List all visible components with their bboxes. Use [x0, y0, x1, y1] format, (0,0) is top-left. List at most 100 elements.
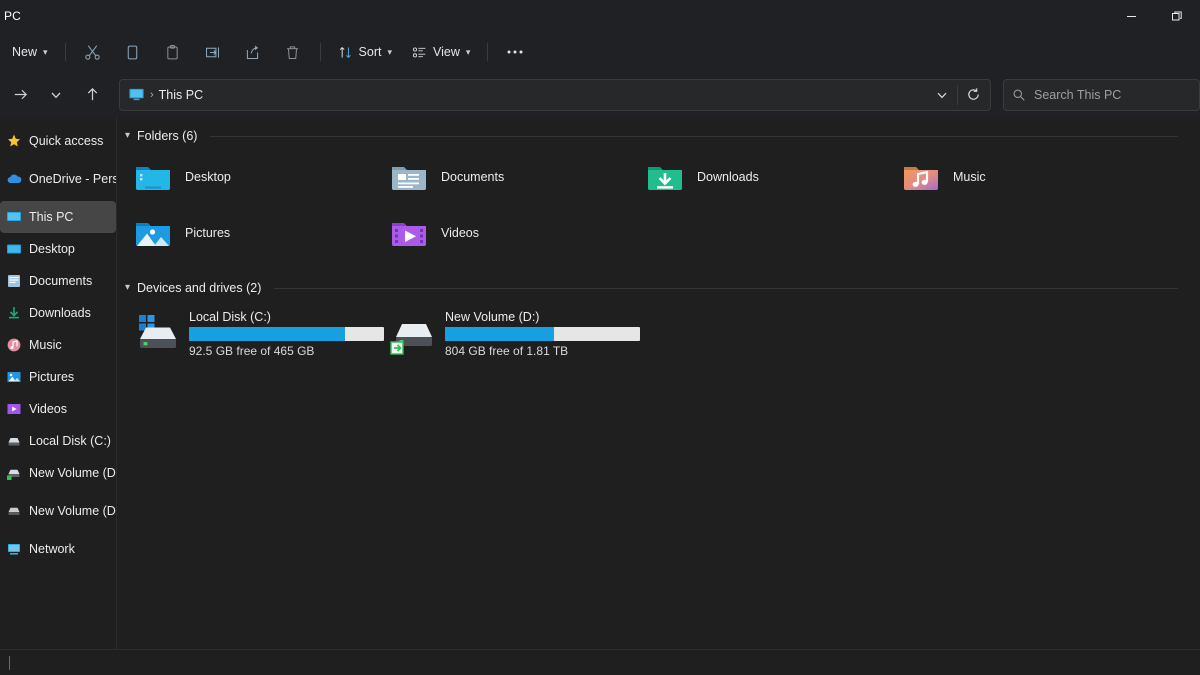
sort-button-label: Sort	[358, 45, 382, 59]
sidebar-item-pictures[interactable]: Pictures	[0, 361, 116, 393]
sidebar-item-documents[interactable]: Documents	[0, 265, 116, 297]
window-title: PC	[4, 9, 21, 23]
sidebar-item-videos[interactable]: Videos	[0, 393, 116, 425]
pictures-folder-icon	[133, 213, 173, 253]
sidebar-item-label: Downloads	[29, 306, 91, 320]
sidebar-item-label: Desktop	[29, 242, 75, 256]
drives-group-header[interactable]: ▾ Devices and drives (2)	[117, 275, 1200, 301]
view-icon	[412, 46, 426, 57]
sidebar-item-desktop[interactable]: Desktop	[0, 233, 116, 265]
chevron-down-icon: ▾	[387, 46, 393, 57]
restore-icon	[1172, 11, 1182, 21]
cut-button[interactable]	[74, 36, 112, 68]
sidebar-item-network-volume-d[interactable]: New Volume (D:)	[0, 495, 116, 527]
this-pc-monitor-icon	[129, 88, 144, 101]
new-button-label: New	[12, 45, 38, 59]
command-bar: New ▾ Sort ▾ View ▾	[0, 32, 1200, 72]
toolbar-divider-3	[487, 43, 489, 61]
drives-grid: Local Disk (C:) 92.5 GB free of 465 GB N…	[117, 303, 1200, 365]
drive-info: Local Disk (C:) 92.5 GB free of 465 GB	[189, 310, 384, 358]
view-button[interactable]: View ▾	[403, 36, 479, 68]
folder-item-documents[interactable]: Documents	[381, 149, 637, 205]
sort-button[interactable]: Sort ▾	[329, 36, 401, 68]
share-icon	[246, 45, 259, 59]
sidebar-item-music[interactable]: Music	[0, 329, 116, 361]
breadcrumb[interactable]: › This PC	[128, 86, 927, 103]
up-button[interactable]	[76, 80, 108, 110]
sidebar-item-label: Videos	[29, 402, 67, 416]
folder-item-pictures[interactable]: Pictures	[125, 205, 381, 261]
sidebar-item-this-pc[interactable]: This PC	[0, 201, 116, 233]
breadcrumb-this-pc[interactable]: This PC	[159, 88, 203, 102]
sidebar-item-new-volume-d[interactable]: New Volume (D:)	[0, 457, 116, 489]
refresh-icon	[967, 88, 979, 100]
drive-name: New Volume (D:)	[445, 310, 540, 324]
previous-locations-button[interactable]	[927, 81, 957, 109]
sort-icon	[339, 46, 351, 58]
title-bar: PC	[0, 0, 1200, 32]
drive-free-space: 92.5 GB free of 465 GB	[189, 344, 315, 358]
drive-capacity-fill	[189, 327, 345, 341]
music-folder-icon	[6, 337, 22, 353]
explorer-body: Quick access OneDrive - Personal This PC	[0, 117, 1200, 649]
sidebar-item-downloads[interactable]: Downloads	[0, 297, 116, 329]
address-bar-actions	[927, 81, 988, 109]
recent-locations-button[interactable]	[40, 80, 72, 110]
drive-capacity-bar	[445, 327, 640, 341]
windows-drive-icon	[133, 312, 181, 356]
sidebar-item-label: Documents	[29, 274, 93, 288]
new-button[interactable]: New ▾	[3, 36, 57, 68]
view-button-label: View	[433, 45, 460, 59]
copy-button[interactable]	[114, 36, 152, 68]
share-button[interactable]	[234, 36, 272, 68]
drive-capacity-bar	[189, 327, 384, 341]
restore-button[interactable]	[1154, 0, 1200, 32]
sidebar-item-label: Music	[29, 338, 62, 352]
drive-name: Local Disk (C:)	[189, 310, 271, 324]
navigation-pane: Quick access OneDrive - Personal This PC	[0, 117, 117, 649]
status-divider	[8, 655, 10, 670]
sidebar-item-label: Pictures	[29, 370, 75, 384]
new-volume-icon	[6, 465, 22, 481]
forward-button[interactable]	[4, 80, 36, 110]
drive-item-local-disk-c[interactable]: Local Disk (C:) 92.5 GB free of 465 GB	[125, 303, 384, 365]
folder-item-downloads[interactable]: Downloads	[637, 149, 893, 205]
address-bar[interactable]: › This PC	[119, 78, 991, 111]
chevron-down-icon: ▾	[43, 46, 48, 57]
folders-group-header[interactable]: ▾ Folders (6)	[117, 123, 1200, 149]
group-divider	[210, 135, 1178, 137]
sidebar-item-label: OneDrive - Personal	[29, 172, 117, 186]
folder-item-label: Documents	[441, 170, 505, 184]
rename-icon	[206, 46, 220, 58]
sidebar-item-network[interactable]: Network	[0, 533, 116, 565]
clipboard-icon	[167, 44, 178, 59]
content-pane: ▾ Folders (6) Desktop Documents Download…	[117, 117, 1200, 649]
navigation-bar: › This PC Search This PC	[0, 72, 1200, 117]
drive-info: New Volume (D:) 804 GB free of 1.81 TB	[445, 310, 640, 358]
sidebar-item-label: Local Disk (C:)	[29, 434, 111, 448]
delete-button[interactable]	[274, 36, 312, 68]
rename-button[interactable]	[194, 36, 232, 68]
search-icon	[1013, 89, 1025, 101]
drive-item-new-volume-d[interactable]: New Volume (D:) 804 GB free of 1.81 TB	[381, 303, 640, 365]
minimize-button[interactable]	[1108, 0, 1154, 32]
breadcrumb-separator: ›	[150, 88, 154, 101]
search-input[interactable]: Search This PC	[1034, 88, 1121, 102]
folder-item-videos[interactable]: Videos	[381, 205, 637, 261]
see-more-button[interactable]	[496, 36, 534, 68]
chevron-down-icon: ▾	[465, 46, 471, 57]
chevron-down-icon[interactable]: ▾	[125, 131, 130, 141]
paste-button[interactable]	[154, 36, 192, 68]
refresh-button[interactable]	[958, 81, 988, 109]
sidebar-item-onedrive[interactable]: OneDrive - Personal	[0, 163, 116, 195]
sidebar-item-label: Quick access	[29, 134, 104, 148]
sidebar-item-local-disk-c[interactable]: Local Disk (C:)	[0, 425, 116, 457]
folder-item-desktop[interactable]: Desktop	[125, 149, 381, 205]
search-box[interactable]: Search This PC	[1003, 78, 1200, 111]
folder-item-music[interactable]: Music	[893, 149, 1149, 205]
chevron-down-icon[interactable]: ▾	[125, 283, 130, 293]
folders-group-title: Folders (6)	[137, 129, 198, 143]
documents-folder-icon	[6, 273, 22, 289]
onedrive-cloud-icon	[6, 171, 22, 187]
sidebar-item-quick-access[interactable]: Quick access	[0, 125, 116, 157]
